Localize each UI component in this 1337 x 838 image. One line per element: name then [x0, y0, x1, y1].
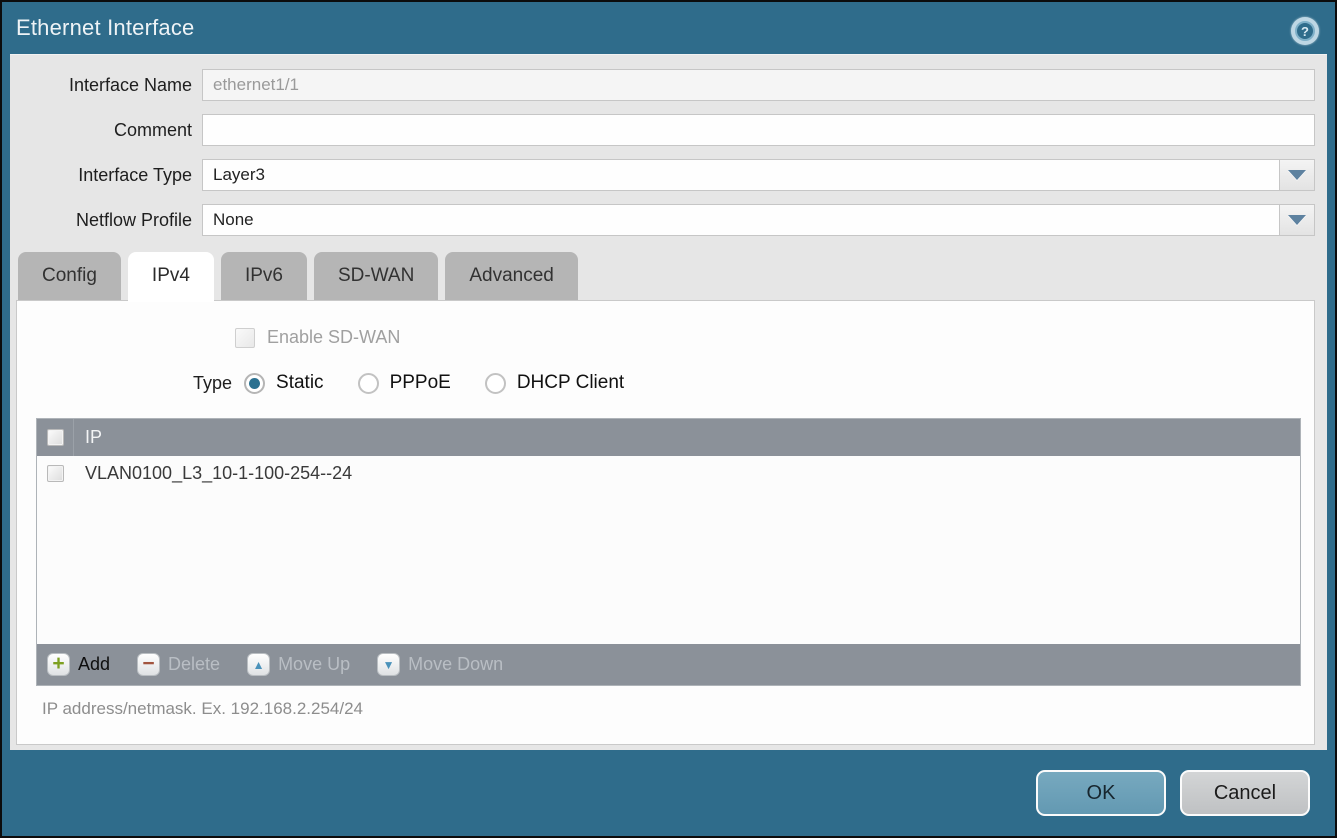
ip-address-table: IP VLAN0100_L3_10-1-100-254--24 + Add: [36, 418, 1301, 686]
select-all-cell: [37, 419, 74, 456]
ip-table-header: IP: [37, 419, 1300, 456]
move-down-button-label: Move Down: [408, 654, 503, 675]
radio-label-dhcp-client: DHCP Client: [517, 372, 624, 394]
move-up-button[interactable]: ▲ Move Up: [247, 653, 350, 676]
radio-option-static[interactable]: Static: [244, 372, 324, 394]
cancel-button[interactable]: Cancel: [1180, 770, 1310, 816]
comment-field-wrap: [202, 114, 1315, 146]
interface-type-combo: [202, 159, 1315, 191]
ipv4-tab-panel: Enable SD-WAN Type Static PPPoE DHCP Cli…: [16, 300, 1315, 745]
row-checkbox-cell: [37, 456, 74, 490]
help-button[interactable]: ?: [1291, 17, 1319, 45]
chevron-down-icon: [1288, 170, 1306, 180]
enable-sdwan-row: Enable SD-WAN: [235, 327, 1301, 348]
table-row[interactable]: VLAN0100_L3_10-1-100-254--24: [37, 456, 1300, 490]
form-row-netflow-profile: Netflow Profile: [10, 204, 1327, 236]
dialog-body: Interface Name Comment Interface Type: [10, 54, 1327, 750]
add-button[interactable]: + Add: [47, 653, 110, 676]
netflow-profile-label: Netflow Profile: [10, 210, 202, 231]
tab-advanced[interactable]: Advanced: [445, 252, 578, 300]
delete-button[interactable]: − Delete: [137, 653, 220, 676]
ok-button[interactable]: OK: [1036, 770, 1166, 816]
comment-label: Comment: [10, 120, 202, 141]
netflow-profile-input[interactable]: [202, 204, 1279, 236]
type-label: Type: [193, 373, 232, 394]
ethernet-interface-dialog: Ethernet Interface ? Interface Name Comm…: [0, 0, 1337, 838]
tab-sdwan[interactable]: SD-WAN: [314, 252, 438, 300]
enable-sdwan-checkbox[interactable]: [235, 328, 255, 348]
ip-column-header: IP: [74, 427, 102, 448]
form-row-comment: Comment: [10, 114, 1327, 146]
row-checkbox[interactable]: [47, 465, 64, 482]
select-all-checkbox[interactable]: [47, 429, 64, 446]
interface-type-input[interactable]: [202, 159, 1279, 191]
ip-row-value: VLAN0100_L3_10-1-100-254--24: [74, 463, 352, 484]
radio-icon: [485, 373, 506, 394]
interface-name-input[interactable]: [202, 69, 1315, 101]
plus-icon: +: [47, 653, 70, 676]
enable-sdwan-label: Enable SD-WAN: [267, 327, 400, 348]
tab-ipv4[interactable]: IPv4: [128, 252, 214, 300]
tab-ipv6[interactable]: IPv6: [221, 252, 307, 300]
ip-table-toolbar: + Add − Delete ▲ Move Up ▼ Move Down: [37, 644, 1300, 685]
comment-input[interactable]: [202, 114, 1315, 146]
dialog-title: Ethernet Interface: [16, 15, 194, 41]
radio-option-pppoe[interactable]: PPPoE: [358, 372, 451, 394]
help-icon: ?: [1295, 21, 1315, 41]
radio-icon: [358, 373, 379, 394]
ip-hint-text: IP address/netmask. Ex. 192.168.2.254/24: [42, 699, 1301, 719]
tab-strip: Config IPv4 IPv6 SD-WAN Advanced: [18, 252, 1315, 300]
interface-type-dropdown-trigger[interactable]: [1279, 159, 1315, 191]
move-up-button-label: Move Up: [278, 654, 350, 675]
radio-icon: [244, 373, 265, 394]
dialog-titlebar: Ethernet Interface ?: [2, 2, 1335, 54]
move-down-button[interactable]: ▼ Move Down: [377, 653, 503, 676]
ip-table-body: VLAN0100_L3_10-1-100-254--24: [37, 456, 1300, 644]
add-button-label: Add: [78, 654, 110, 675]
type-radio-group: Type Static PPPoE DHCP Client: [193, 372, 1301, 394]
minus-icon: −: [137, 653, 160, 676]
radio-label-static: Static: [276, 372, 324, 394]
arrow-down-icon: ▼: [377, 653, 400, 676]
interface-name-label: Interface Name: [10, 75, 202, 96]
dialog-footer: OK Cancel: [2, 750, 1335, 836]
delete-button-label: Delete: [168, 654, 220, 675]
form-row-interface-name: Interface Name: [10, 69, 1327, 101]
radio-option-dhcp-client[interactable]: DHCP Client: [485, 372, 624, 394]
netflow-profile-combo: [202, 204, 1315, 236]
interface-type-label: Interface Type: [10, 165, 202, 186]
form-row-interface-type: Interface Type: [10, 159, 1327, 191]
tab-config[interactable]: Config: [18, 252, 121, 300]
chevron-down-icon: [1288, 215, 1306, 225]
arrow-up-icon: ▲: [247, 653, 270, 676]
interface-name-field-wrap: [202, 69, 1315, 101]
netflow-profile-dropdown-trigger[interactable]: [1279, 204, 1315, 236]
radio-label-pppoe: PPPoE: [390, 372, 451, 394]
